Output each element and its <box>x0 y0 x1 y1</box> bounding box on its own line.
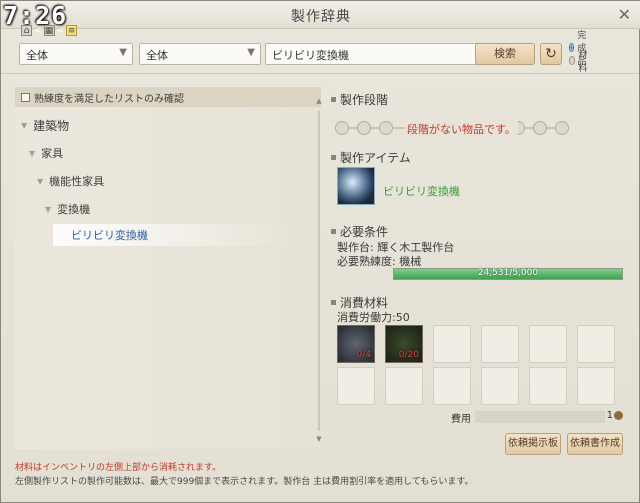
list-icon[interactable]: ≡ <box>66 25 78 36</box>
cost-row: 費用 1 <box>451 410 623 425</box>
crafted-item-name: ビリビリ変換機 <box>383 185 460 198</box>
expand-triangle-icon: ▼ <box>45 204 52 214</box>
tree-item-buildings[interactable]: ▼ 建築物 <box>21 117 69 134</box>
bullet-icon <box>331 229 336 234</box>
required-skill: 必要熟練度: 機械 <box>337 255 422 268</box>
material-slot <box>529 367 567 405</box>
search-input[interactable]: ビリビリ変換機 <box>265 43 487 65</box>
radio-dot-icon <box>569 43 575 52</box>
filter-label: 熟練度を満足したリストのみ確認 <box>34 93 184 105</box>
tree-item-biribiri-converter[interactable]: ビリビリ変換機 <box>53 224 293 246</box>
material-slot <box>577 325 615 363</box>
search-input-value: ビリビリ変換機 <box>272 49 349 62</box>
steps-message: 段階がない物品です。 <box>405 121 518 137</box>
item-section-title: 製作アイテム <box>331 149 411 166</box>
step-dot <box>379 121 393 135</box>
mastery-filter[interactable]: 熟練度を満足したリストのみ確認 <box>15 87 321 107</box>
tree-item-functional-furniture[interactable]: ▼ 機能性家具 <box>37 173 104 189</box>
scroll-track[interactable] <box>318 111 320 431</box>
tree-item-label: 変換機 <box>57 203 91 216</box>
material-slot <box>337 367 375 405</box>
expand-triangle-icon: ▼ <box>37 176 44 186</box>
close-icon[interactable]: ✕ <box>618 5 631 24</box>
requirements-section-title: 必要条件 <box>331 223 388 240</box>
cost-label: 費用 <box>451 414 471 425</box>
create-request-button[interactable]: 依頼書作成 <box>567 433 623 455</box>
crafted-item-icon[interactable] <box>337 167 375 205</box>
category-select-2[interactable]: 全体 ▼ <box>139 43 261 65</box>
cost-value: 1 <box>606 410 613 421</box>
tree-item-label: ビリビリ変換機 <box>71 229 148 242</box>
home-icon[interactable]: ⌂ <box>21 25 32 36</box>
tree-item-label: 建築物 <box>33 119 70 133</box>
radio-material-label: 材料 <box>578 50 588 74</box>
tree-item-label: 家具 <box>41 147 64 160</box>
divider <box>1 73 639 74</box>
skill-progress-bar: 24,531/5,000 <box>393 268 623 280</box>
bullet-icon <box>331 97 336 102</box>
cost-field <box>475 411 605 423</box>
requirements-title: 必要条件 <box>340 225 389 239</box>
nav-separator: < <box>34 25 42 36</box>
item-title: 製作アイテム <box>340 151 411 165</box>
refresh-icon[interactable]: ↻ <box>540 43 562 65</box>
footer-note-limit: 左側製作リストの製作可能数は、最大で999個まで表示されます。製作台 主は費用割… <box>15 477 474 487</box>
recipe-tree-panel: 熟練度を満足したリストのみ確認 ▼ 建築物 ▼ 家具 ▼ 機能性家具 ▼ 変換機… <box>15 87 321 449</box>
tree-item-furniture[interactable]: ▼ 家具 <box>29 145 63 161</box>
material-slot <box>577 367 615 405</box>
bullet-icon <box>331 155 336 160</box>
footer-note-materials: 材料はインベントリの左側上部から消耗されます。 <box>15 463 222 473</box>
category-select-1[interactable]: 全体 ▼ <box>19 43 133 65</box>
tree-item-label: 機能性家具 <box>49 175 105 188</box>
material-count: 0/4 <box>356 350 371 360</box>
chevron-down-icon: ▼ <box>119 47 127 58</box>
material-slot <box>433 325 471 363</box>
material-slot[interactable]: 0/4 <box>337 325 375 363</box>
recipe-detail-panel: 製作段階 段階がない物品です。 製作アイテム ビリビリ変換機 必要条件 製作台:… <box>331 87 631 467</box>
expand-triangle-icon: ▼ <box>21 121 28 130</box>
radio-dot-icon <box>569 56 576 65</box>
radio-material[interactable]: 材料 <box>569 51 590 74</box>
grid-icon[interactable]: ▦ <box>43 25 55 36</box>
footer-notes: 材料はインベントリの左側上部から消耗されます。 左側製作リストの製作可能数は、最… <box>15 461 474 489</box>
search-button[interactable]: 検索 <box>475 43 535 65</box>
chevron-down-icon: ▼ <box>247 47 255 58</box>
labor-cost: 消費労働力:50 <box>337 311 410 324</box>
filter-checkbox[interactable] <box>21 92 30 102</box>
bullet-icon <box>331 300 336 305</box>
material-count: 0/20 <box>398 350 419 360</box>
craft-steps: 段階がない物品です。 <box>335 121 575 137</box>
scroll-down-icon[interactable]: ▼ <box>315 435 323 443</box>
steps-section-title: 製作段階 <box>331 91 388 108</box>
skill-progress-text: 24,531/5,000 <box>477 268 539 278</box>
nav-separator: < <box>56 25 65 36</box>
step-dot <box>533 121 547 135</box>
steps-title: 製作段階 <box>340 93 389 107</box>
mini-nav: ⌂ < ▦ < ≡ <box>21 25 78 36</box>
step-dot <box>357 121 371 135</box>
result-type-radios: 完成品 材料 <box>569 31 590 74</box>
step-dot <box>555 121 569 135</box>
title-bar[interactable]: 製作辞典 ✕ <box>1 1 640 29</box>
tree-scrollbar[interactable]: ▲ ▼ <box>315 97 323 447</box>
scroll-up-icon[interactable]: ▲ <box>315 97 323 105</box>
material-slot <box>481 367 519 405</box>
material-slot <box>433 367 471 405</box>
material-slot <box>385 367 423 405</box>
step-dot <box>335 121 349 135</box>
request-board-button[interactable]: 依頼掲示板 <box>505 433 561 455</box>
crafting-dictionary-window: 製作辞典 ✕ 7:26 ⌂ < ▦ < ≡ 全体 ▼ 全体 ▼ ビリビリ変換機 … <box>0 0 640 503</box>
material-slot <box>481 325 519 363</box>
window-title: 製作辞典 <box>291 9 351 25</box>
expand-triangle-icon: ▼ <box>29 148 36 158</box>
material-slot <box>529 325 567 363</box>
material-slot[interactable]: 0/20 <box>385 325 423 363</box>
category-select-2-value: 全体 <box>146 49 168 62</box>
tree-item-converters[interactable]: ▼ 変換機 <box>45 201 90 217</box>
coin-icon <box>614 411 623 420</box>
category-select-1-value: 全体 <box>26 49 48 62</box>
